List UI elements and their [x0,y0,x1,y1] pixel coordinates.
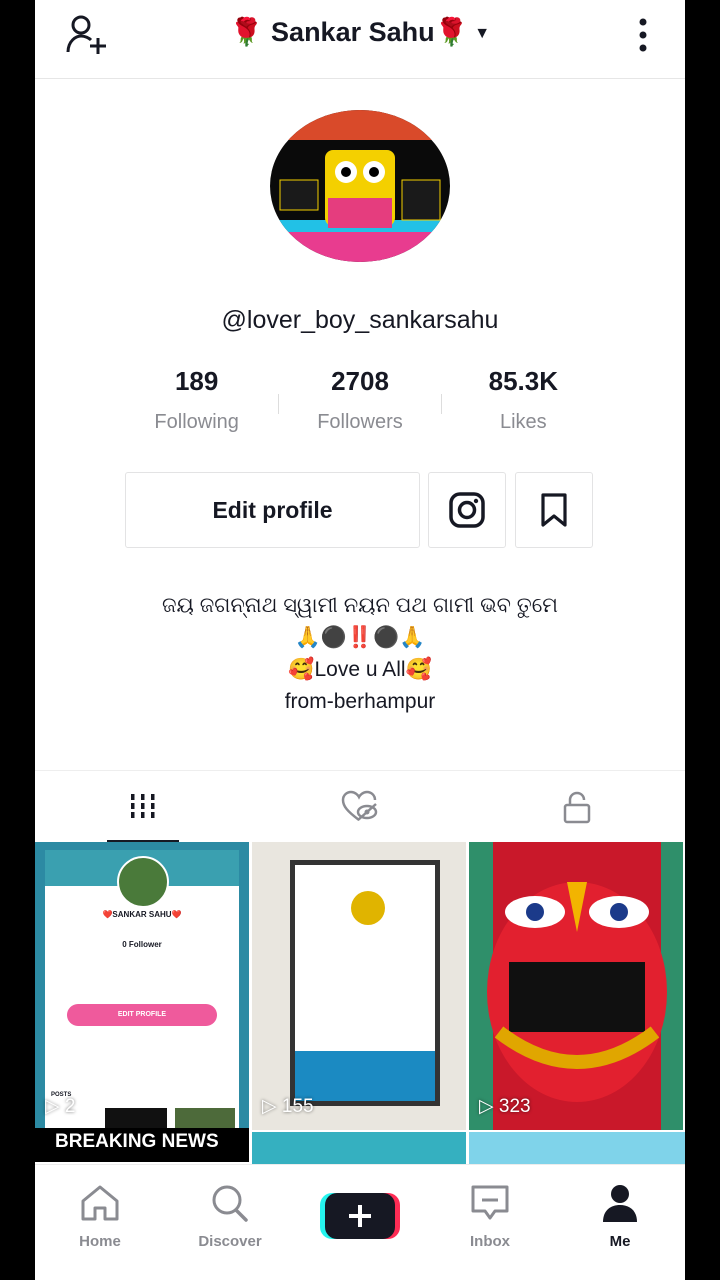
video-thumbnail[interactable]: ❤️SANKAR SAHU❤️ 0 Follower EDIT PROFILE … [35,842,249,1130]
stat-divider [278,394,279,414]
view-count: ▷ 323 [479,1096,531,1117]
tab-liked[interactable] [252,771,468,843]
content-tabs [35,770,685,843]
stat-divider [441,394,442,414]
followers-label: Followers [317,411,403,433]
likes-count: 85.3K [488,366,559,396]
thumb-post [175,1108,235,1130]
top-bar: 🌹 Sankar Sahu🌹 ▼ [35,0,685,79]
view-count: ▷ 2 [45,1096,76,1117]
search-icon [212,1185,248,1222]
nav-label: Inbox [470,1233,510,1250]
inbox-icon [471,1185,509,1220]
grid-icon [131,794,155,818]
bio-line: from-berhampur [284,690,436,713]
account-name: 🌹 Sankar Sahu🌹 [229,17,469,47]
instagram-icon [449,492,485,528]
nav-home[interactable]: Home [35,1165,165,1265]
home-icon [81,1185,119,1221]
tab-private[interactable] [469,771,685,843]
more-menu-icon[interactable] [631,14,655,58]
thumb-name: ❤️SANKAR SAHU❤️ [102,910,182,919]
liked-hidden-icon [341,790,378,821]
stat-likes[interactable]: 85.3K Likes [442,366,605,446]
nav-label: Discover [198,1233,262,1250]
video-thumbnail[interactable]: ▷ 155 [252,842,466,1130]
stat-following[interactable]: 189 Following [115,366,278,446]
nav-create[interactable] [295,1165,425,1265]
stat-followers[interactable]: 2708 Followers [278,366,441,446]
avatar[interactable] [270,110,450,262]
page-title[interactable]: 🌹 Sankar Sahu🌹 ▼ [35,16,685,48]
plus-icon [320,1193,400,1239]
video-thumbnail[interactable] [252,1132,466,1164]
thumb-frame [290,860,440,1106]
profile-screen: 🌹 Sankar Sahu🌹 ▼ @lover_boy_sankarsahu 18… [35,0,685,1280]
nav-label: Home [79,1233,121,1250]
bio-line: 🥰Love u All🥰 [288,658,432,681]
thumb-screenshot: ❤️SANKAR SAHU❤️ 0 Follower EDIT PROFILE … [45,850,239,1130]
chevron-down-icon[interactable]: ▼ [474,25,490,42]
profile-stats: 189 Following 2708 Followers 85.3K Likes [115,366,605,446]
bookmark-icon [541,493,567,527]
username-handle: @lover_boy_sankarsahu [221,306,499,334]
nav-label: Me [609,1233,631,1250]
instagram-button[interactable] [428,472,506,548]
lock-icon [563,791,591,824]
bottom-nav: Home Discover Inbox Me [35,1164,685,1280]
edit-profile-button[interactable]: Edit profile [125,472,420,548]
person-icon [603,1185,637,1222]
thumb-followers: 0 Follower [122,940,162,949]
bio: ଜୟ ଜଗନ୍ନାଥ ସ୍ୱାମୀ ନୟନ ପଥ ଗାମୀ ଭବ ତୁମେ 🙏⚫… [35,590,685,718]
thumb-avatar [351,891,385,925]
view-count: ▷ 155 [262,1096,314,1117]
nav-inbox[interactable]: Inbox [425,1165,555,1265]
thumb-post [105,1108,167,1130]
likes-label: Likes [499,411,547,433]
play-icon: ▷ [45,1096,65,1117]
thumb-posts [295,1051,435,1101]
bio-line: ଜୟ ଜଗନ୍ନାଥ ସ୍ୱାମୀ ନୟନ ପଥ ଗାମୀ ଭବ ତୁମେ [162,594,558,617]
nav-me[interactable]: Me [555,1165,685,1265]
video-thumbnail[interactable] [469,1132,685,1164]
video-thumbnail[interactable]: ▷ 323 [469,842,683,1130]
deity-image [469,842,683,1130]
following-label: Following [154,411,239,433]
following-count: 189 [174,366,219,396]
followers-count: 2708 [331,366,389,396]
bio-line: 🙏⚫‼️⚫🙏 [294,626,426,649]
favorites-button[interactable] [515,472,593,548]
breaking-news-banner: BREAKING NEWS [35,1128,249,1162]
tab-videos[interactable] [35,771,251,843]
nav-discover[interactable]: Discover [165,1165,295,1265]
video-grid: ❤️SANKAR SAHU❤️ 0 Follower EDIT PROFILE … [35,842,685,1164]
play-icon: ▷ [262,1096,282,1117]
thumb-button: EDIT PROFILE [67,1004,217,1026]
thumb-avatar [117,856,169,908]
play-icon: ▷ [479,1096,499,1117]
